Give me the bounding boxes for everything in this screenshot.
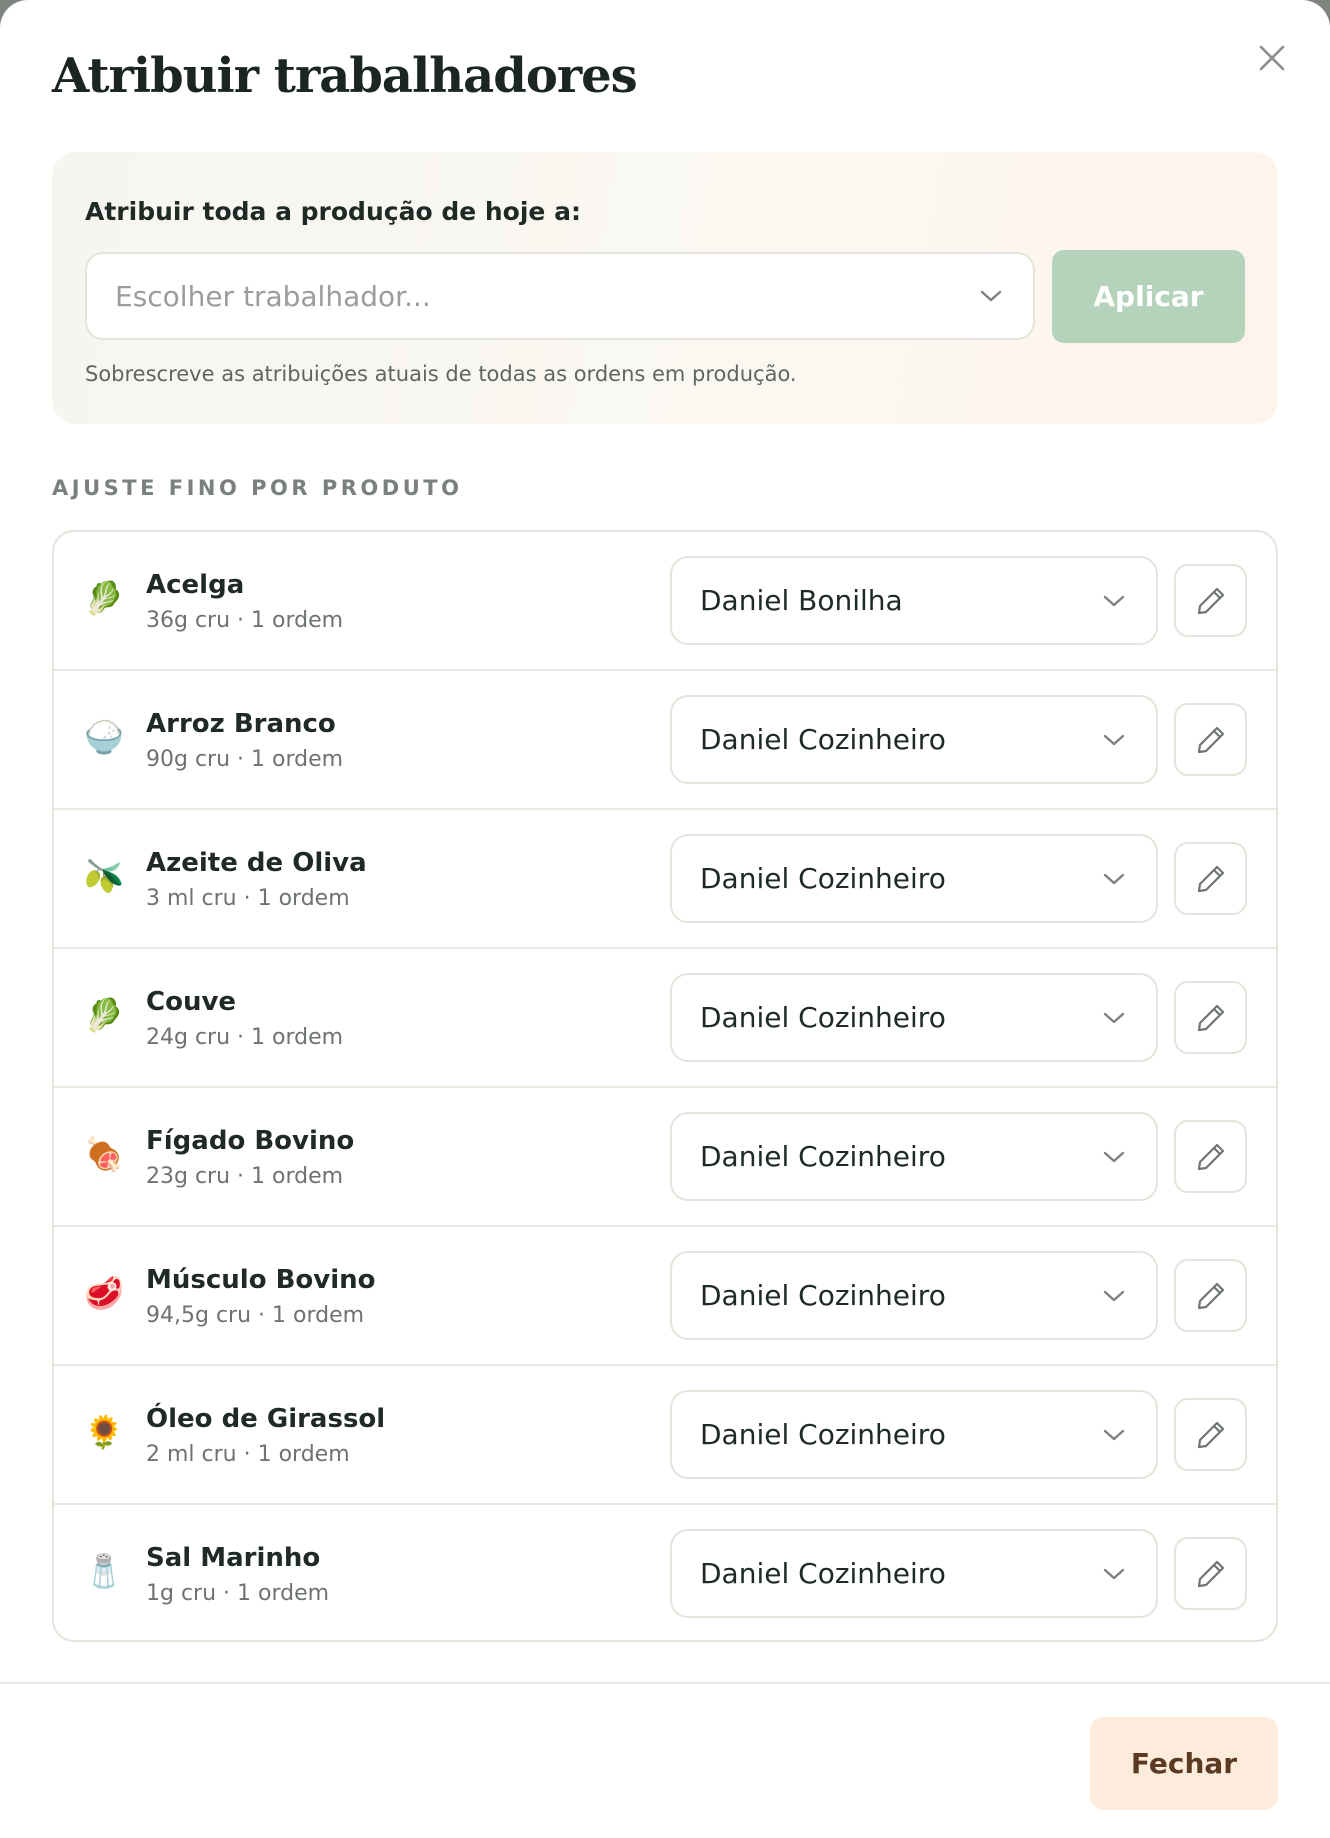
leafy-green-icon: 🥬 <box>84 579 124 617</box>
product-name: Sal Marinho <box>146 1543 321 1573</box>
section-label: AJUSTE FINO POR PRODUTO <box>52 476 463 500</box>
pencil-icon <box>1197 1421 1224 1448</box>
product-worker-value: Daniel Cozinheiro <box>700 1418 946 1451</box>
olive-icon: 🫒 <box>84 857 124 895</box>
product-worker-value: Daniel Cozinheiro <box>700 862 946 895</box>
product-row: 🥬 Couve 24g cru · 1 ordem Daniel Cozinhe… <box>54 949 1276 1088</box>
edit-button[interactable] <box>1174 981 1247 1054</box>
pencil-icon <box>1197 726 1224 753</box>
bulk-assign-panel: Atribuir toda a produção de hoje a: Esco… <box>52 152 1278 424</box>
edit-button[interactable] <box>1174 1259 1247 1332</box>
chevron-down-icon <box>980 290 1002 302</box>
meat-on-bone-icon: 🍖 <box>84 1135 124 1173</box>
bulk-worker-placeholder: Escolher trabalhador... <box>115 279 431 313</box>
product-worker-select[interactable]: Daniel Cozinheiro <box>670 973 1158 1062</box>
close-icon <box>1259 45 1285 71</box>
product-meta: 2 ml cru · 1 ordem <box>146 1442 350 1467</box>
steak-icon: 🥩 <box>84 1274 124 1312</box>
product-meta: 24g cru · 1 ordem <box>146 1025 344 1050</box>
edit-button[interactable] <box>1174 1398 1247 1471</box>
product-worker-select[interactable]: Daniel Cozinheiro <box>670 834 1158 923</box>
product-worker-select[interactable]: Daniel Cozinheiro <box>670 695 1158 784</box>
leafy-green-icon: 🥬 <box>84 996 124 1034</box>
product-worker-value: Daniel Cozinheiro <box>700 723 946 756</box>
close-footer-button[interactable]: Fechar <box>1090 1717 1278 1810</box>
product-worker-select[interactable]: Daniel Cozinheiro <box>670 1529 1158 1618</box>
close-button[interactable] <box>1250 36 1294 80</box>
bulk-assign-note: Sobrescreve as atribuições atuais de tod… <box>85 362 797 386</box>
product-worker-value: Daniel Cozinheiro <box>700 1279 946 1312</box>
product-row: 🌻 Óleo de Girassol 2 ml cru · 1 ordem Da… <box>54 1366 1276 1505</box>
rice-bowl-icon: 🍚 <box>84 718 124 756</box>
product-worker-value: Daniel Cozinheiro <box>700 1557 946 1590</box>
product-worker-value: Daniel Cozinheiro <box>700 1140 946 1173</box>
pencil-icon <box>1197 865 1224 892</box>
product-name: Azeite de Oliva <box>146 848 367 878</box>
chevron-down-icon <box>1103 1290 1125 1301</box>
chevron-down-icon <box>1103 595 1125 606</box>
chevron-down-icon <box>1103 1151 1125 1162</box>
product-worker-select[interactable]: Daniel Cozinheiro <box>670 1251 1158 1340</box>
footer-divider <box>0 1682 1330 1684</box>
product-row: 🥩 Músculo Bovino 94,5g cru · 1 ordem Dan… <box>54 1227 1276 1366</box>
sunflower-icon: 🌻 <box>84 1413 124 1451</box>
assign-workers-modal: Atribuir trabalhadores Atribuir toda a p… <box>0 0 1330 1838</box>
edit-button[interactable] <box>1174 1120 1247 1193</box>
product-name: Couve <box>146 987 237 1017</box>
product-name: Músculo Bovino <box>146 1265 376 1295</box>
salt-shaker-icon: 🧂 <box>84 1552 124 1590</box>
chevron-down-icon <box>1103 1568 1125 1579</box>
bulk-worker-select[interactable]: Escolher trabalhador... <box>85 252 1035 340</box>
product-name: Acelga <box>146 570 245 600</box>
product-meta: 23g cru · 1 ordem <box>146 1164 344 1189</box>
edit-button[interactable] <box>1174 842 1247 915</box>
product-meta: 94,5g cru · 1 ordem <box>146 1303 365 1328</box>
product-worker-value: Daniel Bonilha <box>700 584 903 617</box>
pencil-icon <box>1197 1004 1224 1031</box>
product-list: 🥬 Acelga 36g cru · 1 ordem Daniel Bonilh… <box>52 530 1278 1642</box>
pencil-icon <box>1197 1560 1224 1587</box>
product-row: 🫒 Azeite de Oliva 3 ml cru · 1 ordem Dan… <box>54 810 1276 949</box>
product-name: Arroz Branco <box>146 709 336 739</box>
pencil-icon <box>1197 587 1224 614</box>
product-row: 🍚 Arroz Branco 90g cru · 1 ordem Daniel … <box>54 671 1276 810</box>
chevron-down-icon <box>1103 1012 1125 1023</box>
product-meta: 36g cru · 1 ordem <box>146 608 344 633</box>
pencil-icon <box>1197 1143 1224 1170</box>
product-meta: 1g cru · 1 ordem <box>146 1581 330 1606</box>
edit-button[interactable] <box>1174 564 1247 637</box>
apply-button[interactable]: Aplicar <box>1052 250 1245 343</box>
edit-button[interactable] <box>1174 1537 1247 1610</box>
chevron-down-icon <box>1103 873 1125 884</box>
bulk-assign-label: Atribuir toda a produção de hoje a: <box>85 197 581 226</box>
product-row: 🍖 Fígado Bovino 23g cru · 1 ordem Daniel… <box>54 1088 1276 1227</box>
product-worker-value: Daniel Cozinheiro <box>700 1001 946 1034</box>
product-worker-select[interactable]: Daniel Bonilha <box>670 556 1158 645</box>
product-name: Óleo de Girassol <box>146 1404 386 1434</box>
chevron-down-icon <box>1103 734 1125 745</box>
product-row: 🥬 Acelga 36g cru · 1 ordem Daniel Bonilh… <box>54 532 1276 671</box>
product-worker-select[interactable]: Daniel Cozinheiro <box>670 1112 1158 1201</box>
product-worker-select[interactable]: Daniel Cozinheiro <box>670 1390 1158 1479</box>
product-name: Fígado Bovino <box>146 1126 355 1156</box>
product-row: 🧂 Sal Marinho 1g cru · 1 ordem Daniel Co… <box>54 1505 1276 1640</box>
product-meta: 90g cru · 1 ordem <box>146 747 344 772</box>
chevron-down-icon <box>1103 1429 1125 1440</box>
pencil-icon <box>1197 1282 1224 1309</box>
product-meta: 3 ml cru · 1 ordem <box>146 886 350 911</box>
edit-button[interactable] <box>1174 703 1247 776</box>
modal-title: Atribuir trabalhadores <box>52 48 638 104</box>
